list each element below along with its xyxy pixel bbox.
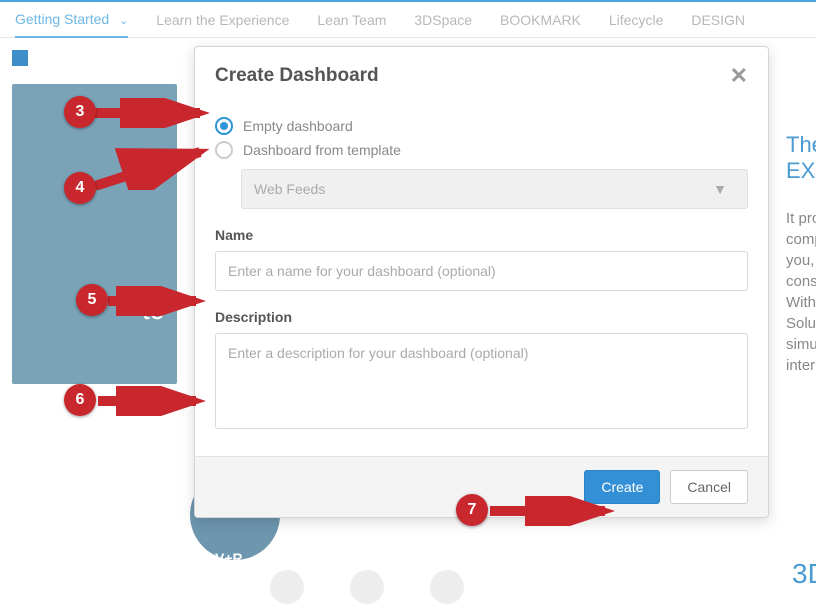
tab-lean-team[interactable]: Lean Team <box>317 12 386 28</box>
annotation-marker-7: 7 <box>456 494 488 526</box>
annotation-arrow-4 <box>95 146 215 190</box>
tab-lifecycle[interactable]: Lifecycle <box>609 12 663 28</box>
annotation-marker-6: 6 <box>64 384 96 416</box>
tab-label: Getting Started <box>15 11 109 27</box>
close-icon[interactable]: ✕ <box>730 63 748 89</box>
dialog-body: Empty dashboard Dashboard from template … <box>195 103 768 456</box>
headline-line2: EXP <box>786 158 816 183</box>
template-dropdown[interactable]: Web Feeds ▼ <box>241 169 748 209</box>
annotation-arrow-6 <box>98 386 210 416</box>
app-icon-2 <box>350 570 384 604</box>
description-label: Description <box>215 309 748 325</box>
annotation-arrow-7 <box>490 496 620 526</box>
tab-design[interactable]: DESIGN <box>691 12 745 28</box>
annotation-marker-3: 3 <box>64 96 96 128</box>
annotation-marker-5: 5 <box>76 284 108 316</box>
headline-1: The EXP <box>786 132 816 184</box>
chevron-down-icon: ⌄ <box>119 15 128 27</box>
radio-label: Empty dashboard <box>243 118 353 134</box>
tab-learn[interactable]: Learn the Experience <box>156 12 289 28</box>
annotation-arrow-5 <box>108 286 208 316</box>
tab-bar: Getting Started ⌄ Learn the Experience L… <box>0 0 816 38</box>
radio-from-template[interactable]: Dashboard from template <box>215 141 748 159</box>
dialog-header: Create Dashboard ✕ <box>195 47 768 103</box>
tab-bookmark[interactable]: BOOKMARK <box>500 12 581 28</box>
chevron-down-icon: ▼ <box>705 181 735 197</box>
cancel-button[interactable]: Cancel <box>670 470 748 504</box>
create-dashboard-dialog: Create Dashboard ✕ Empty dashboard Dashb… <box>194 46 769 518</box>
radio-label: Dashboard from template <box>243 142 401 158</box>
ds-logo-icon <box>12 50 28 66</box>
dialog-title: Create Dashboard <box>215 65 379 87</box>
radio-icon <box>215 141 233 159</box>
heading-3d: 3D <box>792 558 816 590</box>
name-label: Name <box>215 227 748 243</box>
tab-3dspace[interactable]: 3DSpace <box>414 12 472 28</box>
dashboard-description-input[interactable] <box>215 333 748 429</box>
annotation-arrow-3 <box>95 98 215 128</box>
vr-label: V+R <box>215 550 243 566</box>
intro-paragraph: It pro comp you, cons With Solu simu int… <box>786 208 816 376</box>
dropdown-value: Web Feeds <box>254 181 325 197</box>
radio-empty-dashboard[interactable]: Empty dashboard <box>215 117 748 135</box>
app-icon-1 <box>270 570 304 604</box>
welcome-card: tc <box>12 84 177 384</box>
radio-icon <box>215 117 233 135</box>
headline-line1: The <box>786 132 816 157</box>
dashboard-name-input[interactable] <box>215 251 748 291</box>
app-icon-3 <box>430 570 464 604</box>
annotation-marker-4: 4 <box>64 172 96 204</box>
tab-getting-started[interactable]: Getting Started ⌄ <box>15 11 128 38</box>
